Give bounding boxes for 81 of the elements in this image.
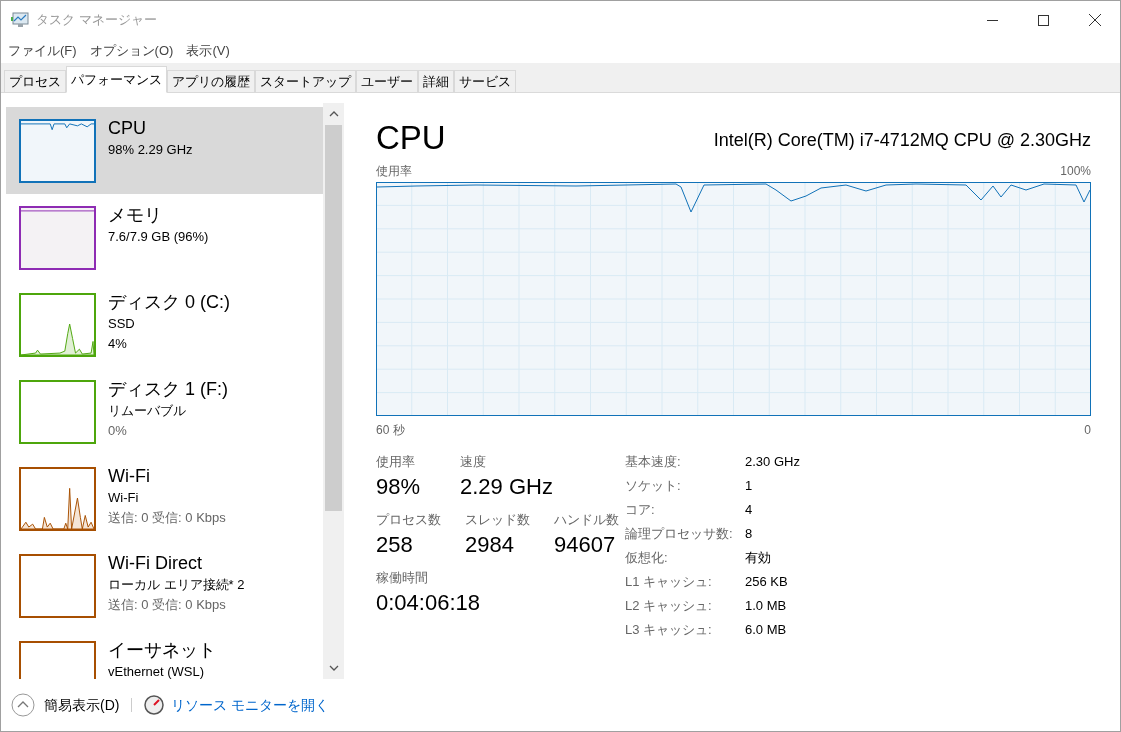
spec-label: 論理プロセッサ数:	[625, 525, 734, 543]
app-icon	[11, 12, 29, 28]
stat-label: 稼働時間	[376, 569, 429, 587]
stat-value: 98%	[376, 473, 422, 501]
resource-detail: 0%	[108, 422, 128, 440]
spec-value: 256 KB	[745, 573, 789, 591]
spec-value: 2.30 GHz	[745, 453, 800, 471]
gauge-icon	[144, 695, 165, 715]
resource-title: CPU	[108, 117, 147, 140]
resource-title: Wi-Fi Direct	[108, 552, 203, 575]
resource-detail: 送信: 0 受信: 0 Kbps	[108, 509, 226, 527]
resource-detail: 7.6/7.9 GB (96%)	[108, 228, 209, 246]
scroll-down-icon[interactable]	[328, 665, 339, 671]
resource-detail: 4%	[108, 335, 128, 353]
stat-label: 使用率	[376, 453, 416, 471]
resource-detail: ローカル エリア接続* 2	[108, 576, 245, 594]
minimize-icon	[987, 19, 998, 21]
spec-value: 1	[745, 477, 754, 495]
graph-min-label: 0	[1084, 422, 1091, 439]
resource-detail: 送信: 0 受信: 0 Kbps	[108, 596, 227, 614]
resource-item[interactable]: メモリ 7.6/7.9 GB (96%)	[6, 194, 323, 281]
resource-title: メモリ	[108, 204, 163, 227]
tab[interactable]: ユーザー	[356, 70, 418, 93]
scroll-up-icon[interactable]	[328, 111, 339, 117]
spec-value: 8	[745, 525, 754, 543]
fewer-details-button[interactable]: 簡易表示(D)	[11, 693, 120, 717]
resource-title: ディスク 1 (F:)	[108, 378, 228, 401]
menu-item[interactable]: オプション(O)	[89, 41, 174, 61]
tab[interactable]: スタートアップ	[255, 70, 356, 93]
spec-value: 1.0 MB	[745, 597, 788, 615]
tab[interactable]: 詳細	[418, 70, 454, 93]
resource-item[interactable]: ディスク 1 (F:) リムーバブル 0%	[6, 368, 323, 455]
stat-label: 速度	[460, 453, 487, 471]
stat-value: 2.29 GHz	[460, 473, 553, 501]
stat-value: 2984	[465, 531, 515, 559]
tab[interactable]: パフォーマンス	[66, 66, 167, 93]
resource-item[interactable]: ディスク 0 (C:) SSD 4%	[6, 281, 323, 368]
spec-label: 基本速度:	[625, 453, 682, 471]
stat-label: プロセス数	[376, 511, 441, 529]
resource-detail: Wi-Fi	[108, 489, 140, 507]
graph-label: 使用率	[376, 163, 412, 180]
resource-detail: 98% 2.29 GHz	[108, 141, 193, 159]
stat-value: 0:04:06:18	[376, 589, 480, 617]
resource-item[interactable]: CPU 98% 2.29 GHz	[6, 107, 323, 194]
resource-title: ディスク 0 (C:)	[108, 291, 230, 314]
resource-item[interactable]: Wi-Fi Wi-Fi 送信: 0 受信: 0 Kbps	[6, 455, 323, 542]
tab[interactable]: サービス	[454, 70, 516, 93]
menu-item[interactable]: 表示(V)	[186, 41, 230, 61]
spec-value: 有効	[745, 549, 772, 567]
resource-title: イーサネット	[108, 639, 216, 662]
spec-label: L1 キャッシュ:	[625, 573, 713, 591]
resource-detail: SSD	[108, 315, 136, 333]
tab[interactable]: アプリの履歴	[167, 70, 255, 93]
stat-value: 94607	[554, 531, 617, 559]
spec-value: 6.0 MB	[745, 621, 788, 639]
close-icon	[1088, 14, 1101, 26]
resource-item[interactable]: Wi-Fi Direct ローカル エリア接続* 2 送信: 0 受信: 0 Kbps	[6, 542, 323, 629]
spec-label: ソケット:	[625, 477, 682, 495]
menu-item[interactable]: ファイル(F)	[8, 41, 77, 61]
resource-detail: リムーバブル	[108, 402, 187, 420]
resource-detail: vEthernet (WSL)	[108, 663, 206, 679]
spec-label: 仮想化:	[625, 549, 669, 567]
spec-label: L3 キャッシュ:	[625, 621, 713, 639]
resource-title: Wi-Fi	[108, 465, 151, 488]
processor-model: Intel(R) Core(TM) i7-4712MQ CPU @ 2.30GHz	[713, 129, 1091, 152]
graph-time-label: 60 秒	[376, 422, 405, 439]
tab[interactable]: プロセス	[4, 70, 66, 93]
resource-item[interactable]: イーサネット vEthernet (WSL)	[6, 629, 323, 679]
stat-value: 258	[376, 531, 414, 559]
resource-monitor-link[interactable]: リソース モニターを開く	[144, 694, 330, 716]
scrollbar[interactable]	[323, 103, 344, 679]
spec-value: 4	[745, 501, 754, 519]
maximize-icon	[1038, 14, 1049, 26]
stat-label: スレッド数	[465, 511, 530, 529]
graph-max-label: 100%	[1060, 163, 1091, 180]
spec-label: L2 キャッシュ:	[625, 597, 713, 615]
spec-label: コア:	[625, 501, 656, 519]
resource-heading: CPU	[376, 119, 446, 157]
window-title: タスク マネージャー	[36, 11, 157, 30]
collapse-icon	[11, 693, 35, 717]
stat-label: ハンドル数	[554, 511, 619, 529]
